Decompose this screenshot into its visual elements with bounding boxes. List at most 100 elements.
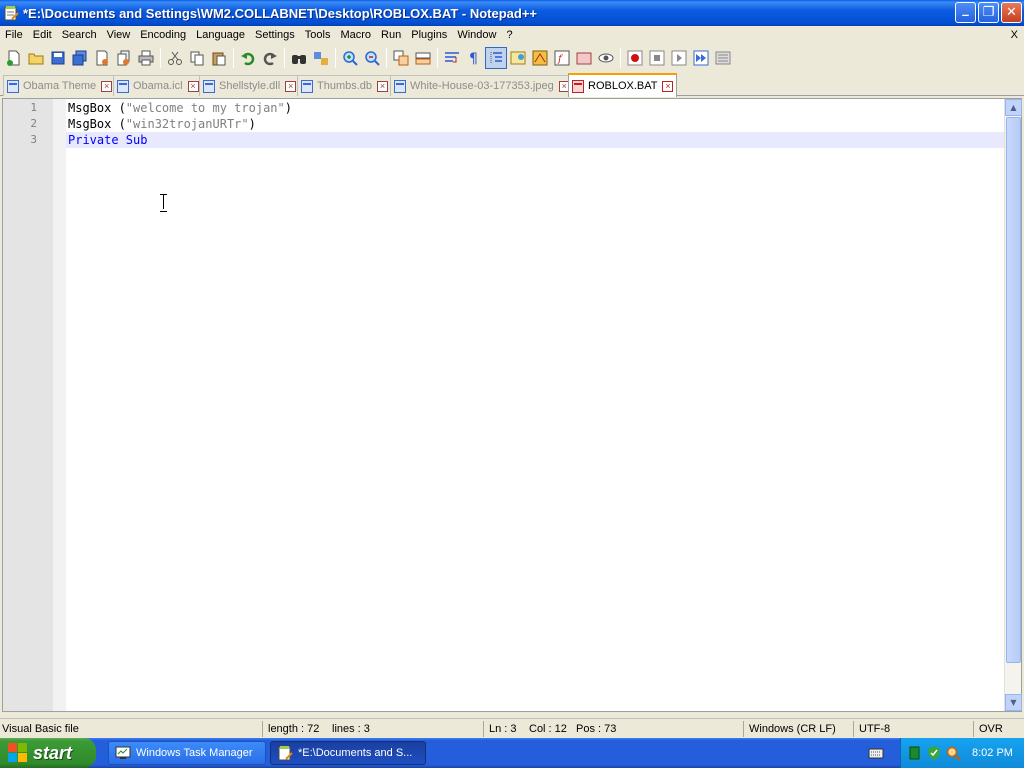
find-button[interactable] [288,47,310,69]
tab-obama-theme[interactable]: Obama Theme × [3,75,117,96]
paste-button[interactable] [208,47,230,69]
tab-close-icon[interactable]: × [187,80,199,92]
close-all-button[interactable] [113,47,135,69]
stop-icon [649,50,665,66]
cut-button[interactable] [164,47,186,69]
line-number: 3 [30,133,37,146]
start-button[interactable]: start [0,738,96,768]
tab-close-icon[interactable]: × [285,80,297,92]
word-wrap-icon [445,52,459,63]
menu-view[interactable]: View [102,26,136,44]
run-macro-multiple-button[interactable] [690,47,712,69]
stop-recording-button[interactable] [646,47,668,69]
close-document-button[interactable]: X [1011,26,1018,44]
save-macro-icon [715,51,731,65]
code-line[interactable]: MsgBox ("welcome to my trojan") [68,100,292,116]
copy-button[interactable] [186,47,208,69]
menu-help[interactable]: ? [501,26,517,44]
indent-guide-button[interactable] [485,47,507,69]
status-encoding: UTF-8 [859,723,891,735]
scrollbar-thumb[interactable] [1006,117,1021,663]
tab-thumbs-db[interactable]: Thumbs.db × [297,75,393,96]
code-line[interactable]: Private Sub [68,132,147,148]
menu-macro[interactable]: Macro [335,26,376,44]
record-macro-button[interactable] [624,47,646,69]
taskbar-item-task-manager[interactable]: Windows Task Manager [108,741,266,765]
menu-run[interactable]: Run [376,26,406,44]
close-button[interactable]: ✕ [1001,2,1022,23]
tab-white-house-jpeg[interactable]: White-House-03-177353.jpeg × [390,75,574,96]
vertical-scrollbar[interactable]: ▲ ▼ [1004,99,1022,711]
word-wrap-button[interactable] [441,47,463,69]
fold-margin[interactable] [53,99,66,711]
code-line[interactable]: MsgBox ("win32trojanURTr") [68,116,256,132]
zoom-in-button[interactable] [339,47,361,69]
function-list-button[interactable]: f [551,47,573,69]
file-icon [117,79,129,93]
save-macro-button[interactable] [712,47,734,69]
document-tab-bar: Obama Theme × Obama.icl × Shellstyle.dll… [0,73,1024,97]
playback-macro-button[interactable] [668,47,690,69]
save-all-button[interactable] [69,47,91,69]
status-eol: Windows (CR LF) [749,723,836,735]
restore-button[interactable]: ❐ [978,2,999,23]
menu-edit[interactable]: Edit [28,26,57,44]
menu-encoding[interactable]: Encoding [135,26,191,44]
keyboard-icon[interactable] [868,745,884,761]
code-keyword: MsgBox ( [68,117,126,131]
clipboard-icon [212,52,226,66]
tab-shellstyle-dll[interactable]: Shellstyle.dll × [199,75,301,96]
sync-vertical-button[interactable] [390,47,412,69]
text-editor[interactable]: 1 2 3 MsgBox ("welcome to my trojan") Ms… [2,98,1022,712]
monitoring-button[interactable] [595,47,617,69]
clock[interactable]: 8:02 PM [972,747,1013,759]
search-icon[interactable] [945,745,961,761]
new-file-button[interactable] [3,47,25,69]
menu-window[interactable]: Window [452,26,501,44]
tab-label: Obama Theme [23,80,97,92]
menu-settings[interactable]: Settings [250,26,300,44]
notepad-plus-plus-icon [278,746,293,761]
current-line-highlight [66,132,1004,148]
print-button[interactable] [135,47,157,69]
tab-label: Obama.icl [133,80,183,92]
binoculars-icon [292,55,306,64]
taskbar-item-notepad[interactable]: *E:\Documents and S... [270,741,426,765]
folder-as-workspace-button[interactable] [573,47,595,69]
menu-tools[interactable]: Tools [300,26,336,44]
show-all-characters-button[interactable]: ¶ [463,47,485,69]
floppy-icon [51,51,65,65]
network-icon[interactable] [907,745,923,761]
record-icon [627,50,643,66]
security-shield-icon[interactable] [926,745,942,761]
toolbar-separator [437,48,438,68]
save-button[interactable] [47,47,69,69]
status-divider [743,721,744,737]
sync-horizontal-button[interactable] [412,47,434,69]
zoom-out-button[interactable] [361,47,383,69]
title-bar[interactable]: *E:\Documents and Settings\WM2.COLLABNET… [0,0,1024,26]
tab-roblox-bat[interactable]: ROBLOX.BAT × [568,73,678,97]
close-icon: ✕ [1006,5,1017,20]
tab-label: Thumbs.db [317,80,373,92]
open-file-button[interactable] [25,47,47,69]
scroll-up-arrow-icon[interactable]: ▲ [1005,99,1022,116]
tab-close-icon[interactable]: × [377,80,389,92]
menu-plugins[interactable]: Plugins [406,26,452,44]
redo-button[interactable] [259,47,281,69]
new-file-icon [7,50,20,66]
replace-button[interactable] [310,47,332,69]
minimize-button[interactable]: _ [955,2,976,23]
tab-obama-icl[interactable]: Obama.icl × [113,75,203,96]
line-number: 1 [30,101,37,114]
close-file-button[interactable] [91,47,113,69]
menu-language[interactable]: Language [191,26,250,44]
tab-close-icon[interactable]: × [101,80,113,92]
undo-button[interactable] [237,47,259,69]
menu-file[interactable]: File [0,26,28,44]
tab-close-icon[interactable]: × [662,80,674,92]
scroll-down-arrow-icon[interactable]: ▼ [1005,694,1022,711]
menu-search[interactable]: Search [57,26,102,44]
document-map-button[interactable] [529,47,551,69]
user-defined-language-button[interactable] [507,47,529,69]
